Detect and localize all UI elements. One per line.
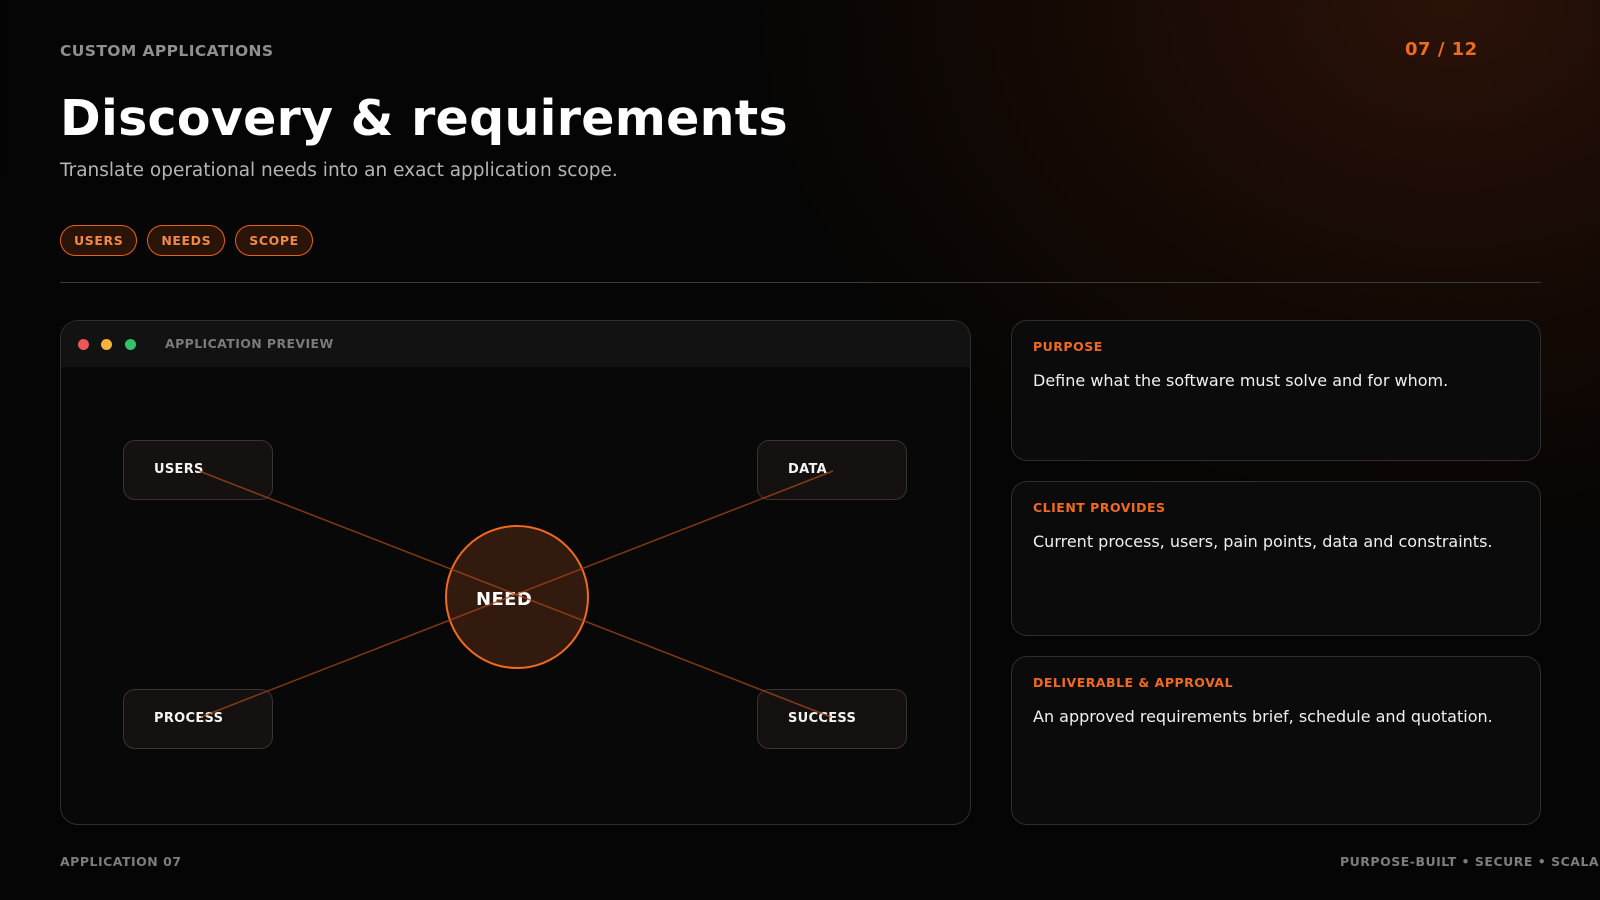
page-subtitle: Translate operational needs into an exac… — [60, 160, 618, 181]
footer-application-label: APPLICATION 07 — [60, 854, 182, 869]
eyebrow-label: CUSTOM APPLICATIONS — [60, 42, 274, 60]
deliverable-card: DELIVERABLE & APPROVAL An approved requi… — [1011, 656, 1541, 825]
page-title: Discovery & requirements — [60, 90, 788, 147]
node-users-label: USERS — [154, 462, 204, 477]
client-provides-card: CLIENT PROVIDES Current process, users, … — [1011, 481, 1541, 636]
maximize-dot-icon — [125, 339, 136, 350]
node-success-label: SUCCESS — [788, 711, 857, 726]
tag-scope: SCOPE — [235, 225, 313, 256]
client-provides-card-label: CLIENT PROVIDES — [1033, 500, 1166, 515]
header-divider — [60, 282, 1541, 283]
footer-tagline: PURPOSE-BUILT • SECURE • SCALABLE — [1340, 854, 1600, 869]
minimize-dot-icon — [101, 339, 112, 350]
node-data-label: DATA — [788, 462, 827, 477]
deliverable-card-text: An approved requirements brief, schedule… — [1033, 707, 1493, 726]
purpose-card-text: Define what the software must solve and … — [1033, 371, 1449, 390]
node-process-label: PROCESS — [154, 711, 224, 726]
deliverable-card-label: DELIVERABLE & APPROVAL — [1033, 675, 1234, 690]
close-dot-icon — [78, 339, 89, 350]
node-process: PROCESS — [123, 689, 273, 749]
application-preview-window: APPLICATION PREVIEW USERS DATA PROCESS S… — [60, 320, 971, 825]
preview-label: APPLICATION PREVIEW — [165, 336, 334, 351]
tag-list: USERS NEEDS SCOPE — [60, 225, 313, 256]
tag-users: USERS — [60, 225, 138, 256]
preview-title-bar: APPLICATION PREVIEW — [61, 321, 970, 367]
purpose-card-label: PURPOSE — [1033, 339, 1103, 354]
tag-needs: NEEDS — [147, 225, 226, 256]
client-provides-card-text: Current process, users, pain points, dat… — [1033, 532, 1493, 551]
need-core-label: NEED — [476, 589, 533, 610]
node-users: USERS — [123, 440, 273, 500]
page-counter: 07 / 12 — [1405, 39, 1478, 60]
node-data: DATA — [757, 440, 907, 500]
purpose-card: PURPOSE Define what the software must so… — [1011, 320, 1541, 461]
node-success: SUCCESS — [757, 689, 907, 749]
